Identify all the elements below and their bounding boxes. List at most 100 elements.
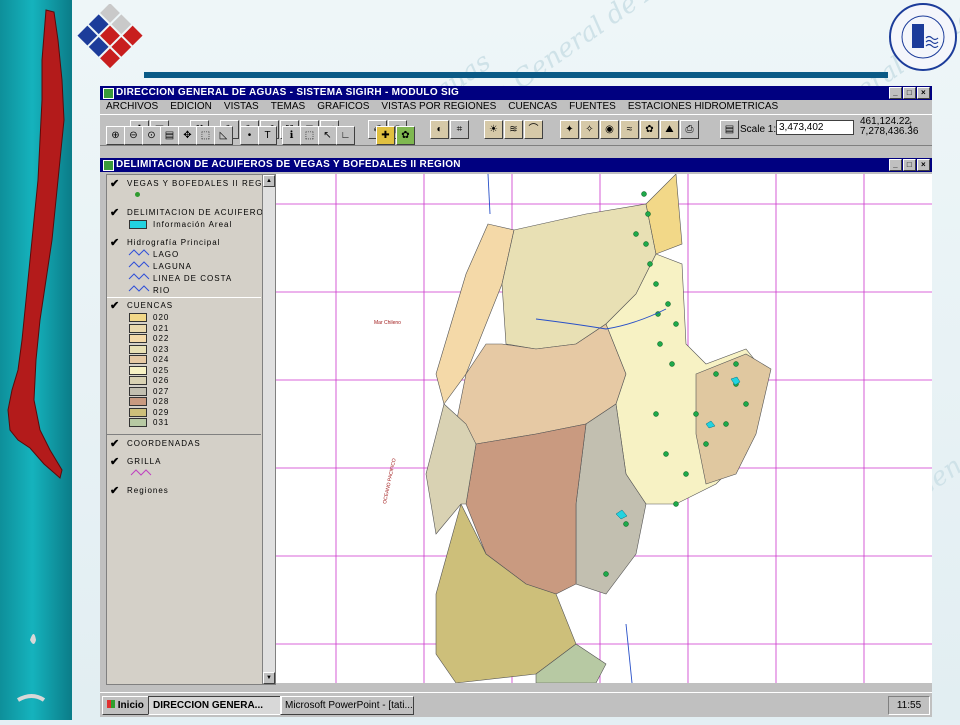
system-clock: 11:55: [888, 696, 930, 715]
map-canvas[interactable]: Mar Chileno OCEANO PACIFICO: [276, 174, 932, 683]
select-feature-icon[interactable]: ⬚: [300, 126, 319, 145]
cuenca-code-label: 025: [153, 365, 170, 375]
menu-estaciones-hidrometricas[interactable]: ESTACIONES HIDROMETRICAS: [628, 100, 778, 114]
watershed-polygons: [425, 174, 772, 683]
task-powerpoint[interactable]: Microsoft PowerPoint - [tati...: [280, 696, 414, 715]
theme-checkbox[interactable]: ✔: [110, 206, 119, 219]
view-maximize-button[interactable]: □: [903, 159, 916, 171]
region3-icon[interactable]: ⌒: [524, 120, 543, 139]
view-minimize-button[interactable]: _: [889, 159, 902, 171]
cuenca-code-label: 023: [153, 344, 170, 354]
pan-icon[interactable]: ✥: [178, 126, 197, 145]
theme-label-coordenadas[interactable]: COORDENADAS: [127, 439, 201, 448]
scroll-down-arrow-icon[interactable]: ▼: [263, 672, 275, 684]
menu-fuentes[interactable]: FUENTES: [569, 100, 616, 114]
menu-edicion[interactable]: EDICION: [170, 100, 212, 114]
station-icon[interactable]: ◐: [430, 120, 449, 139]
task-powerpoint-label: Microsoft PowerPoint - [tati...: [285, 700, 413, 711]
cuenca-swatch: [129, 313, 147, 322]
coordinate-y: 7,278,436.36: [860, 126, 919, 137]
add-point-icon[interactable]: ✚: [376, 126, 395, 145]
scroll-up-arrow-icon[interactable]: ▲: [263, 175, 275, 187]
theme-checkbox[interactable]: ✔: [110, 455, 119, 468]
zoom-out-icon[interactable]: ⊖: [124, 126, 143, 145]
menu-archivos[interactable]: ARCHIVOS: [106, 100, 158, 114]
cuenca-swatch: [129, 376, 147, 385]
cuenca-swatch: [129, 323, 147, 333]
cuenca-code-label: 028: [153, 397, 170, 406]
pointer-icon[interactable]: ↖: [318, 126, 337, 145]
left-decor-band: [0, 0, 72, 720]
cuenca-swatch: [129, 365, 147, 375]
region2-icon[interactable]: ≋: [504, 120, 523, 139]
view-titlebar: DELIMITACION DE ACUIFEROS DE VEGAS Y BOF…: [100, 158, 932, 172]
graph-icon[interactable]: ⌗: [450, 120, 469, 139]
basin4-icon[interactable]: ≈: [620, 120, 639, 139]
map-svg[interactable]: Mar Chileno OCEANO PACIFICO: [276, 174, 932, 683]
cuenca-swatch: [129, 418, 147, 427]
theme-label-acuifero[interactable]: DELIMITACION DE ACUIFERO: [127, 208, 264, 217]
task-gis[interactable]: DIRECCION GENERA...: [148, 696, 282, 715]
theme-checkbox[interactable]: ✔: [110, 299, 119, 312]
basin6-icon[interactable]: ⛰: [660, 120, 679, 139]
basin5-icon[interactable]: ✿: [640, 120, 659, 139]
windows-taskbar: Inicio DIRECCION GENERA... Microsoft Pow…: [100, 692, 932, 717]
vegetation-icon[interactable]: ✿: [396, 126, 415, 145]
theme-checkbox[interactable]: ✔: [110, 437, 119, 450]
app-titlebar: DIRECCION GENERAL DE AGUAS - SISTEMA SIG…: [100, 86, 932, 100]
cuenca-code-label: 021: [153, 323, 170, 333]
minimize-button[interactable]: _: [889, 87, 902, 99]
theme-checkbox[interactable]: ✔: [110, 177, 119, 190]
theme-label-cuencas[interactable]: CUENCAS: [127, 301, 173, 310]
scale-input[interactable]: 3,473,402: [776, 120, 854, 135]
measure-icon[interactable]: ∟: [336, 126, 355, 145]
gis-application-window: DIRECCION GENERAL DE AGUAS - SISTEMA SIG…: [100, 86, 932, 716]
maximize-button[interactable]: □: [903, 87, 916, 99]
cuenca-swatch: [129, 344, 147, 354]
close-button[interactable]: ×: [917, 87, 930, 99]
theme-label-regiones[interactable]: Regiones: [127, 486, 169, 495]
menu-cuencas[interactable]: CUENCAS: [508, 100, 557, 114]
identify-icon[interactable]: ▤: [160, 126, 179, 145]
view-close-button[interactable]: ×: [917, 159, 930, 171]
label-icon[interactable]: ◺: [214, 126, 233, 145]
windows-logo-icon: [107, 700, 115, 708]
dga-info-icon[interactable]: ▤: [720, 120, 739, 139]
cuenca-code-label: 027: [153, 386, 170, 396]
print-icon[interactable]: ⎙: [680, 120, 699, 139]
legend-table-of-contents: ✔ VEGAS Y BOFEDALES II REG ✔ DELIMITACIO…: [106, 174, 276, 685]
vertex-icon[interactable]: •: [240, 126, 259, 145]
zoom-extent-tool-icon[interactable]: ⊙: [142, 126, 161, 145]
task-gis-label: DIRECCION GENERA...: [153, 700, 264, 711]
cuenca-swatch: [129, 386, 147, 396]
hydro-item-lago: LAGO: [153, 250, 180, 259]
menu-graficos[interactable]: GRAFICOS: [317, 100, 369, 114]
basin3-icon[interactable]: ◉: [600, 120, 619, 139]
hydro-item-rio: RIO: [153, 286, 171, 295]
cuenca-code-label: 031: [153, 418, 170, 427]
zoom-in-icon[interactable]: ⊕: [106, 126, 125, 145]
theme-checkbox[interactable]: ✔: [110, 236, 119, 249]
start-button[interactable]: Inicio: [102, 696, 150, 715]
view-window: DELIMITACION DE ACUIFEROS DE VEGAS Y BOF…: [100, 158, 932, 688]
theme-label-hidrografia[interactable]: Hidrografía Principal: [127, 238, 220, 247]
info-icon[interactable]: ℹ: [282, 126, 301, 145]
corporate-logo-icon: [77, 4, 143, 69]
basin2-icon[interactable]: ✧: [580, 120, 599, 139]
cuenca-swatch: [129, 334, 147, 343]
header-rule: [144, 72, 888, 78]
legend-scrollbar[interactable]: ▲ ▼: [262, 175, 275, 684]
select-icon[interactable]: ⬚: [196, 126, 215, 145]
cuenca-code-label: 024: [153, 355, 170, 364]
menu-temas[interactable]: TEMAS: [271, 100, 305, 114]
theme-label-grilla[interactable]: GRILLA: [127, 457, 161, 466]
theme-checkbox[interactable]: ✔: [110, 484, 119, 497]
region-icon[interactable]: ☀: [484, 120, 503, 139]
theme-label-vegas[interactable]: VEGAS Y BOFEDALES II REG: [127, 179, 262, 188]
menu-vistas[interactable]: VISTAS: [224, 100, 259, 114]
text-icon[interactable]: T: [258, 126, 277, 145]
basin-icon[interactable]: ✦: [560, 120, 579, 139]
grid-line-symbol-icon: [130, 469, 152, 476]
menu-vistas-por-regiones[interactable]: VISTAS POR REGIONES: [381, 100, 496, 114]
cuenca-code-label: 026: [153, 376, 170, 385]
